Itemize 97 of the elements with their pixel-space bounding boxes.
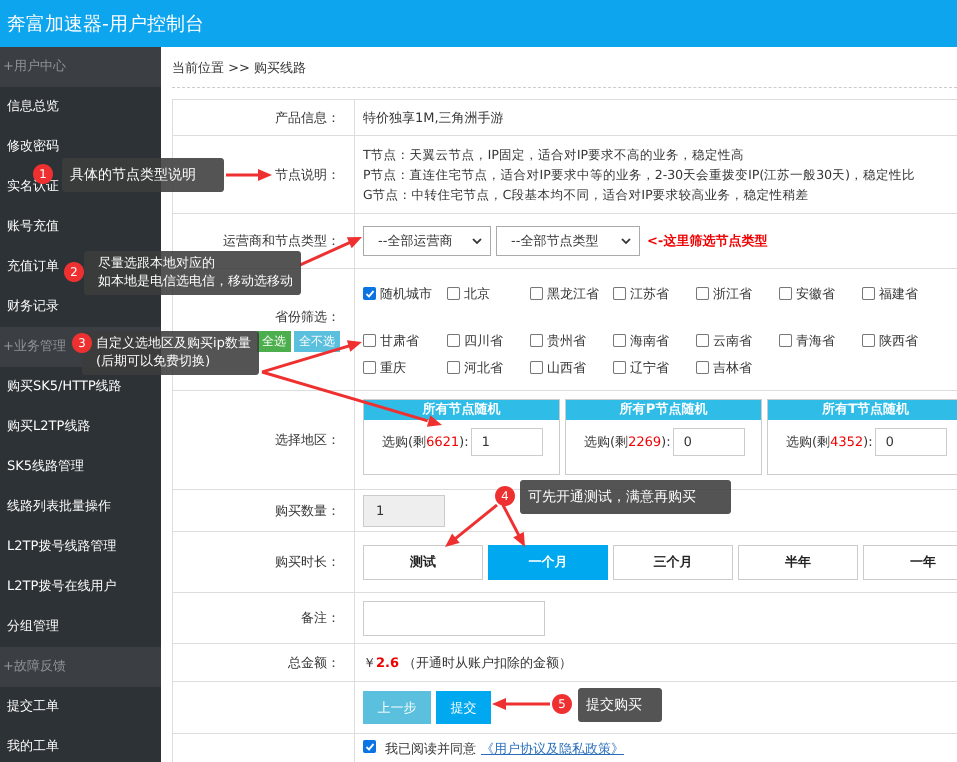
arrow: [226, 169, 272, 181]
quantity-input[interactable]: 1: [470, 428, 543, 456]
duration-option[interactable]: 三个月: [613, 544, 733, 580]
checkbox[interactable]: [613, 361, 626, 374]
province-label: 海南省: [630, 332, 669, 350]
province-label: 北京: [464, 286, 490, 302]
province-label: 青海省: [796, 332, 835, 350]
field-label: 节点说明：: [275, 166, 340, 184]
card-header: 所有节点随机: [364, 400, 559, 420]
province-label: 云南省: [713, 332, 752, 350]
field-label: 选择地区：: [275, 432, 340, 449]
checkbox[interactable]: [447, 287, 460, 300]
checkbox[interactable]: [862, 334, 875, 347]
field-label: 运营商和节点类型：: [223, 233, 340, 250]
field-label: 产品信息：: [275, 110, 340, 126]
province-label: 辽宁省: [630, 360, 669, 376]
province-label: 重庆: [380, 360, 406, 376]
step-badge: 5: [552, 694, 572, 714]
province-label: 吉林省: [713, 360, 752, 376]
arrow: [445, 504, 498, 547]
sidebar-item[interactable]: 购买L2TP线路: [0, 407, 161, 447]
node-description: P节点：直连住宅节点，适合对IP要求中等的业务，2-30天会重拨变IP(江苏一般30天)，稳定性比: [363, 166, 916, 184]
remaining-label: 选购(剩2269):: [584, 434, 671, 451]
sidebar-item[interactable]: SK5线路管理: [0, 447, 161, 487]
checkbox[interactable]: [779, 287, 792, 300]
filter-hint: <-这里筛选节点类型: [647, 232, 768, 250]
checkbox[interactable]: [613, 287, 626, 300]
annotation-tooltip: 可先开通测试，满意再购买: [520, 480, 731, 514]
annotation-tooltip: 具体的节点类型说明: [62, 158, 224, 192]
sidebar-item[interactable]: 账号充值: [0, 207, 161, 247]
card-header: 所有T节点随机: [768, 400, 957, 420]
checkbox[interactable]: [363, 334, 376, 347]
arrow: [502, 504, 525, 547]
sidebar-item[interactable]: L2TP拨号线路管理: [0, 527, 161, 567]
breadcrumb: 当前位置 >> 购买线路: [172, 61, 306, 76]
province-label: 贵州省: [547, 332, 586, 350]
node-description: G节点：中转住宅节点，C段基本均不同，适合对IP要求较高业务，稳定性稍差: [363, 186, 809, 204]
province-label: 四川省: [464, 332, 503, 350]
province-label: 陕西省: [879, 332, 918, 350]
node-description: T节点：天翼云节点，IP固定，适合对IP要求不高的业务，稳定性高: [363, 146, 744, 164]
checkbox[interactable]: [363, 740, 376, 753]
field-label: 购买数量：: [275, 502, 340, 520]
duration-option[interactable]: 一年: [863, 544, 957, 580]
checkbox[interactable]: [530, 361, 543, 374]
province-label: 浙江省: [713, 286, 752, 302]
checkbox[interactable]: [363, 287, 376, 300]
checkbox[interactable]: [613, 334, 626, 347]
field-label: 省份筛选：: [275, 308, 340, 326]
field-label: 备注：: [301, 610, 340, 627]
arrow: [492, 698, 550, 710]
quantity-input[interactable]: 0: [672, 428, 745, 456]
checkbox[interactable]: [447, 334, 460, 347]
quantity-input[interactable]: 0: [874, 428, 947, 456]
province-label: 福建省: [879, 286, 918, 302]
checkbox[interactable]: [696, 334, 709, 347]
chevron-down-icon: [472, 238, 482, 244]
app-title: 奔富加速器-用户控制台: [7, 12, 204, 36]
step-badge: 4: [495, 486, 515, 506]
field-label: 购买时长：: [275, 554, 340, 571]
checkbox[interactable]: [696, 361, 709, 374]
dropdown[interactable]: --全部运营商: [363, 226, 491, 256]
duration-option[interactable]: 半年: [738, 544, 858, 580]
product-info: 特价独享1M,三角洲手游: [363, 110, 504, 126]
province-label: 随机城市: [380, 286, 432, 302]
sidebar-item[interactable]: L2TP拨号在线用户: [0, 567, 161, 607]
quantity-field: 1: [363, 494, 445, 526]
checkbox[interactable]: [447, 361, 460, 374]
province-label: 安徽省: [796, 286, 835, 302]
checkbox[interactable]: [862, 287, 875, 300]
sidebar-item[interactable]: 信息总览: [0, 87, 161, 127]
province-label: 黑龙江省: [547, 286, 599, 302]
remaining-label: 选购(剩6621):: [382, 434, 469, 451]
total-amount: ￥2.6 （开通时从账户扣除的金额）: [363, 654, 572, 672]
province-label: 山西省: [547, 360, 586, 376]
remark-input[interactable]: [363, 600, 545, 636]
checkbox[interactable]: [779, 334, 792, 347]
card-header: 所有P节点随机: [566, 400, 761, 420]
annotation-tooltip: 提交购买: [578, 688, 662, 722]
checkbox[interactable]: [363, 361, 376, 374]
province-label: 河北省: [464, 360, 503, 376]
province-label: 甘肃省: [380, 332, 419, 350]
dropdown[interactable]: --全部节点类型: [496, 226, 640, 256]
remaining-label: 选购(剩4352):: [786, 434, 873, 451]
checkbox[interactable]: [530, 287, 543, 300]
sidebar-item[interactable]: 分组管理: [0, 607, 161, 647]
checkbox[interactable]: [696, 287, 709, 300]
province-label: 江苏省: [630, 286, 669, 302]
sidebar-item[interactable]: 线路列表批量操作: [0, 487, 161, 527]
chevron-down-icon: [621, 238, 631, 244]
checkbox[interactable]: [530, 334, 543, 347]
annotation-tooltip: 尽量选跟本地对应的 如本地是电信选电信，移动选移动: [84, 251, 301, 295]
sidebar-item[interactable]: 我的工单: [0, 727, 161, 762]
field-label: 总金额：: [288, 654, 340, 672]
agreement-text: 我已阅读并同意: [385, 741, 476, 758]
duration-option[interactable]: 测试: [363, 544, 483, 580]
agreement-link[interactable]: 《用户协议及隐私政策》: [481, 740, 624, 758]
sidebar-item[interactable]: 提交工单: [0, 687, 161, 727]
